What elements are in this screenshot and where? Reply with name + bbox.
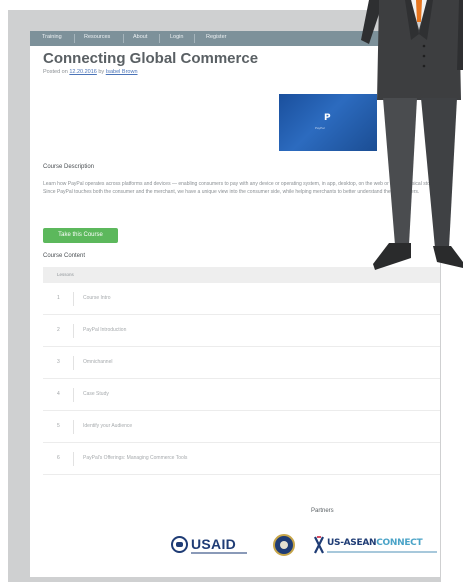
asean-us-text: US-ASEAN [327, 538, 377, 548]
usaid-wordmark: USAID [191, 536, 237, 552]
post-date-link[interactable]: 12.20.2016 [69, 69, 97, 75]
post-meta: Posted on 12.20.2016 by Isabel Brown [43, 69, 138, 75]
usaid-seal-icon [171, 536, 188, 553]
nav-item-login[interactable]: Login [170, 34, 183, 40]
thumbnail-caption: PayPal [315, 126, 325, 130]
table-row[interactable]: 3 Omnichannel [43, 347, 440, 379]
asean-wordmark: US-ASEANCONNECT [327, 538, 423, 548]
table-row[interactable]: 5 Identify your Audience [43, 411, 440, 443]
posted-prefix: Posted on [43, 69, 68, 75]
nav-item-about[interactable]: About [133, 34, 147, 40]
posted-by: by [98, 69, 105, 75]
row-divider [73, 420, 74, 434]
usaid-logo: USAID [171, 532, 251, 558]
row-divider [73, 452, 74, 466]
author-link[interactable]: Isabel Brown [106, 69, 138, 75]
row-divider [73, 388, 74, 402]
asean-ribbon-icon [314, 536, 324, 554]
row-divider [73, 292, 74, 306]
lesson-title[interactable]: Identify your Audience [83, 423, 132, 429]
nav-item-register[interactable]: Register [206, 34, 226, 40]
lesson-title[interactable]: Case Study [83, 391, 109, 397]
lesson-title[interactable]: Course Intro [83, 295, 111, 301]
asean-connect-text: CONNECT [376, 538, 423, 548]
course-content-table: Lessons 1 Course Intro 2 PayPal Introductio… [43, 267, 440, 475]
table-header-label: Lessons [57, 272, 74, 277]
asean-tagline [327, 551, 437, 553]
content-heading: Course Content [43, 253, 86, 259]
description-heading: Course Description [43, 164, 95, 170]
nav-separator [123, 34, 124, 43]
lesson-title[interactable]: PayPal's Offerings: Managing Commerce To… [83, 455, 187, 461]
lesson-title[interactable]: PayPal Introduction [83, 327, 126, 333]
nav-separator [159, 34, 160, 43]
state-department-seal-icon [273, 534, 295, 556]
us-asean-connect-logo: US-ASEANCONNECT [314, 534, 440, 558]
nav-separator [194, 34, 195, 43]
lesson-number: 3 [57, 359, 60, 365]
usaid-tagline [191, 552, 247, 554]
lesson-title[interactable]: Omnichannel [83, 359, 112, 365]
businessman-illustration [361, 0, 463, 270]
lesson-number: 6 [57, 455, 60, 461]
partners-heading: Partners [311, 508, 334, 514]
lesson-number: 5 [57, 423, 60, 429]
lesson-number: 4 [57, 391, 60, 397]
table-row[interactable]: 4 Case Study [43, 379, 440, 411]
row-divider [73, 356, 74, 370]
paypal-logo-icon: P [324, 113, 331, 123]
row-divider [73, 324, 74, 338]
lesson-number: 2 [57, 327, 60, 333]
nav-item-resources[interactable]: Resources [84, 34, 110, 40]
table-row[interactable]: 1 Course Intro [43, 283, 440, 315]
table-row[interactable]: 2 PayPal Introduction [43, 315, 440, 347]
nav-separator [74, 34, 75, 43]
nav-item-training[interactable]: Training [42, 34, 62, 40]
table-row[interactable]: 6 PayPal's Offerings: Managing Commerce T… [43, 443, 440, 475]
take-course-button[interactable]: Take this Course [43, 228, 118, 243]
page-title: Connecting Global Commerce [43, 50, 259, 67]
lesson-number: 1 [57, 295, 60, 301]
